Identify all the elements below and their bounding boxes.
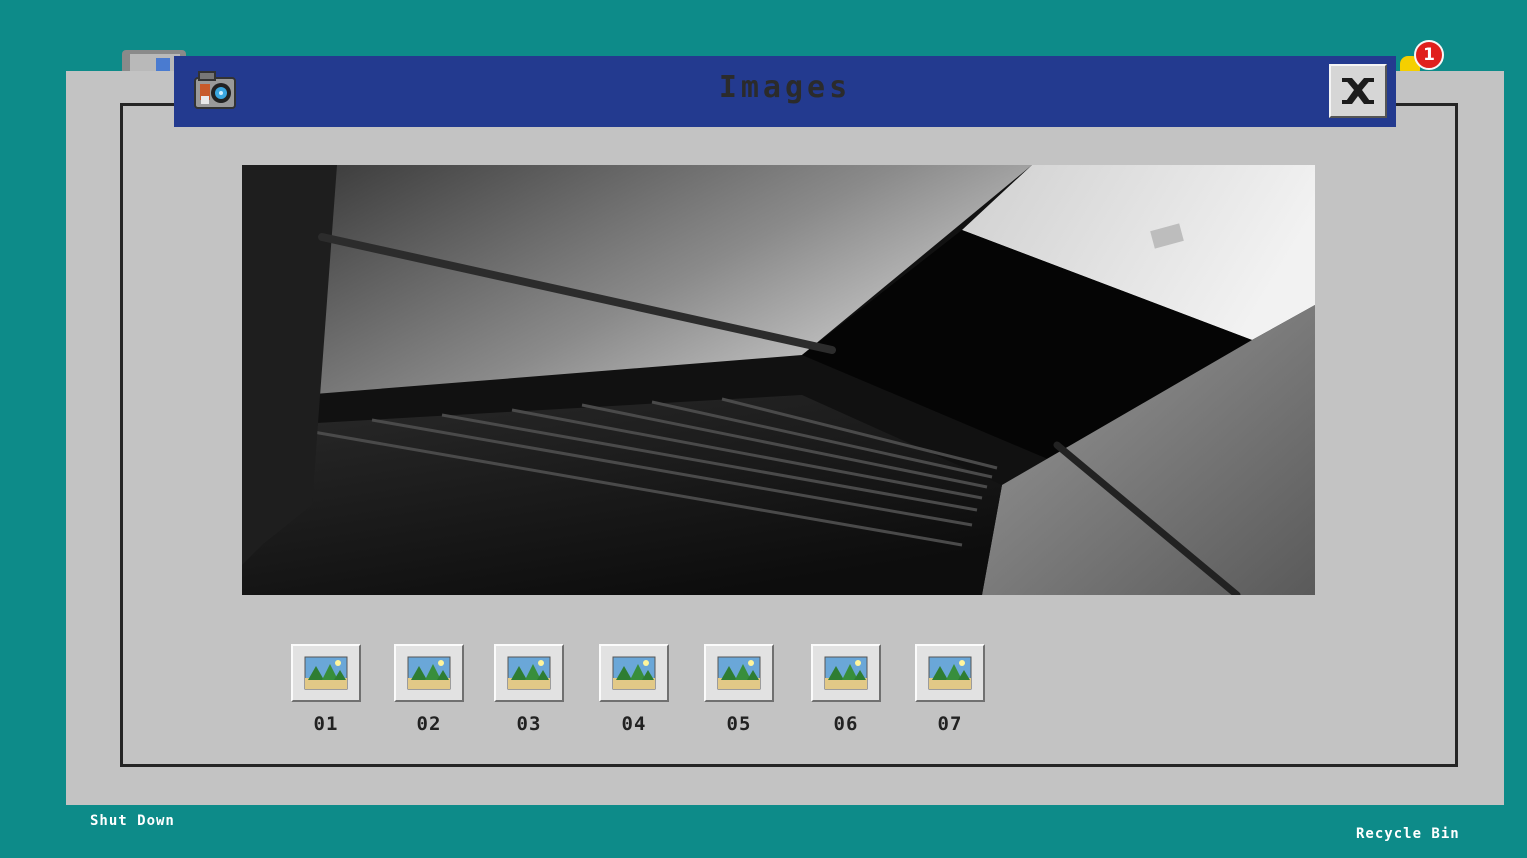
thumbnail-label: 06 [833,713,859,735]
picture-icon [494,644,564,702]
thumbnail-label: 03 [516,713,542,735]
thumbnail-01[interactable]: 01 [291,644,361,744]
title-bar[interactable]: Images [174,56,1396,127]
recycle-bin-label[interactable]: Recycle Bin [1356,826,1460,842]
thumbnail-02[interactable]: 02 [394,644,464,744]
picture-icon [811,644,881,702]
picture-icon [704,644,774,702]
thumbnail-label: 04 [621,713,647,735]
notification-badge: 1 [1414,40,1444,70]
picture-icon [291,644,361,702]
thumbnail-06[interactable]: 06 [811,644,881,744]
thumbnail-03[interactable]: 03 [494,644,564,744]
thumbnail-05[interactable]: 05 [704,644,774,744]
thumbnail-04[interactable]: 04 [599,644,669,744]
close-icon [1342,78,1374,104]
shut-down-button[interactable]: Shut Down [90,813,175,829]
thumbnail-label: 02 [416,713,442,735]
thumbnail-07[interactable]: 07 [915,644,985,744]
image-viewer [242,165,1315,595]
picture-icon [599,644,669,702]
picture-icon [915,644,985,702]
thumbnail-label: 05 [726,713,752,735]
picture-icon [394,644,464,702]
thumbnail-label: 01 [313,713,339,735]
thumbnail-label: 07 [937,713,963,735]
window-title: Images [718,70,852,105]
stairwell-photo [242,165,1315,595]
close-button[interactable] [1329,64,1387,118]
